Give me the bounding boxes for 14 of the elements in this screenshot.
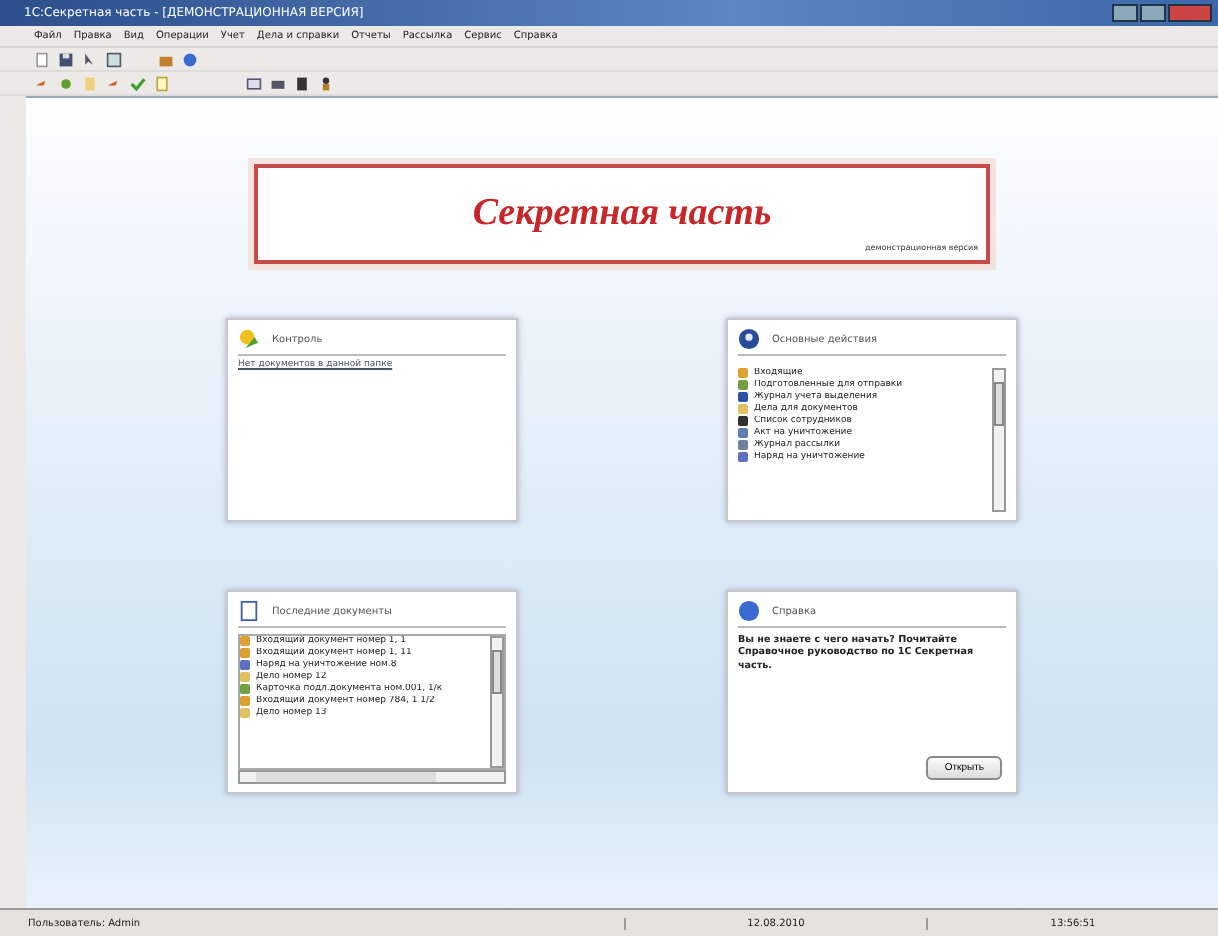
scrollbar[interactable] xyxy=(992,368,1006,512)
scrollbar[interactable] xyxy=(490,636,504,768)
banner-title: Секретная часть xyxy=(472,192,772,236)
horizontal-scrollbar[interactable] xyxy=(238,770,506,784)
document-icon xyxy=(238,600,260,622)
person-icon[interactable] xyxy=(318,75,334,91)
maximize-button[interactable] xyxy=(1140,4,1166,22)
close-button[interactable] xyxy=(1168,4,1212,22)
save-icon[interactable] xyxy=(58,51,74,67)
minimize-button[interactable] xyxy=(1112,4,1138,22)
document-icon[interactable] xyxy=(154,75,170,91)
page-icon[interactable] xyxy=(34,51,50,67)
cursor-icon[interactable] xyxy=(82,51,98,67)
check-icon[interactable] xyxy=(130,75,146,91)
